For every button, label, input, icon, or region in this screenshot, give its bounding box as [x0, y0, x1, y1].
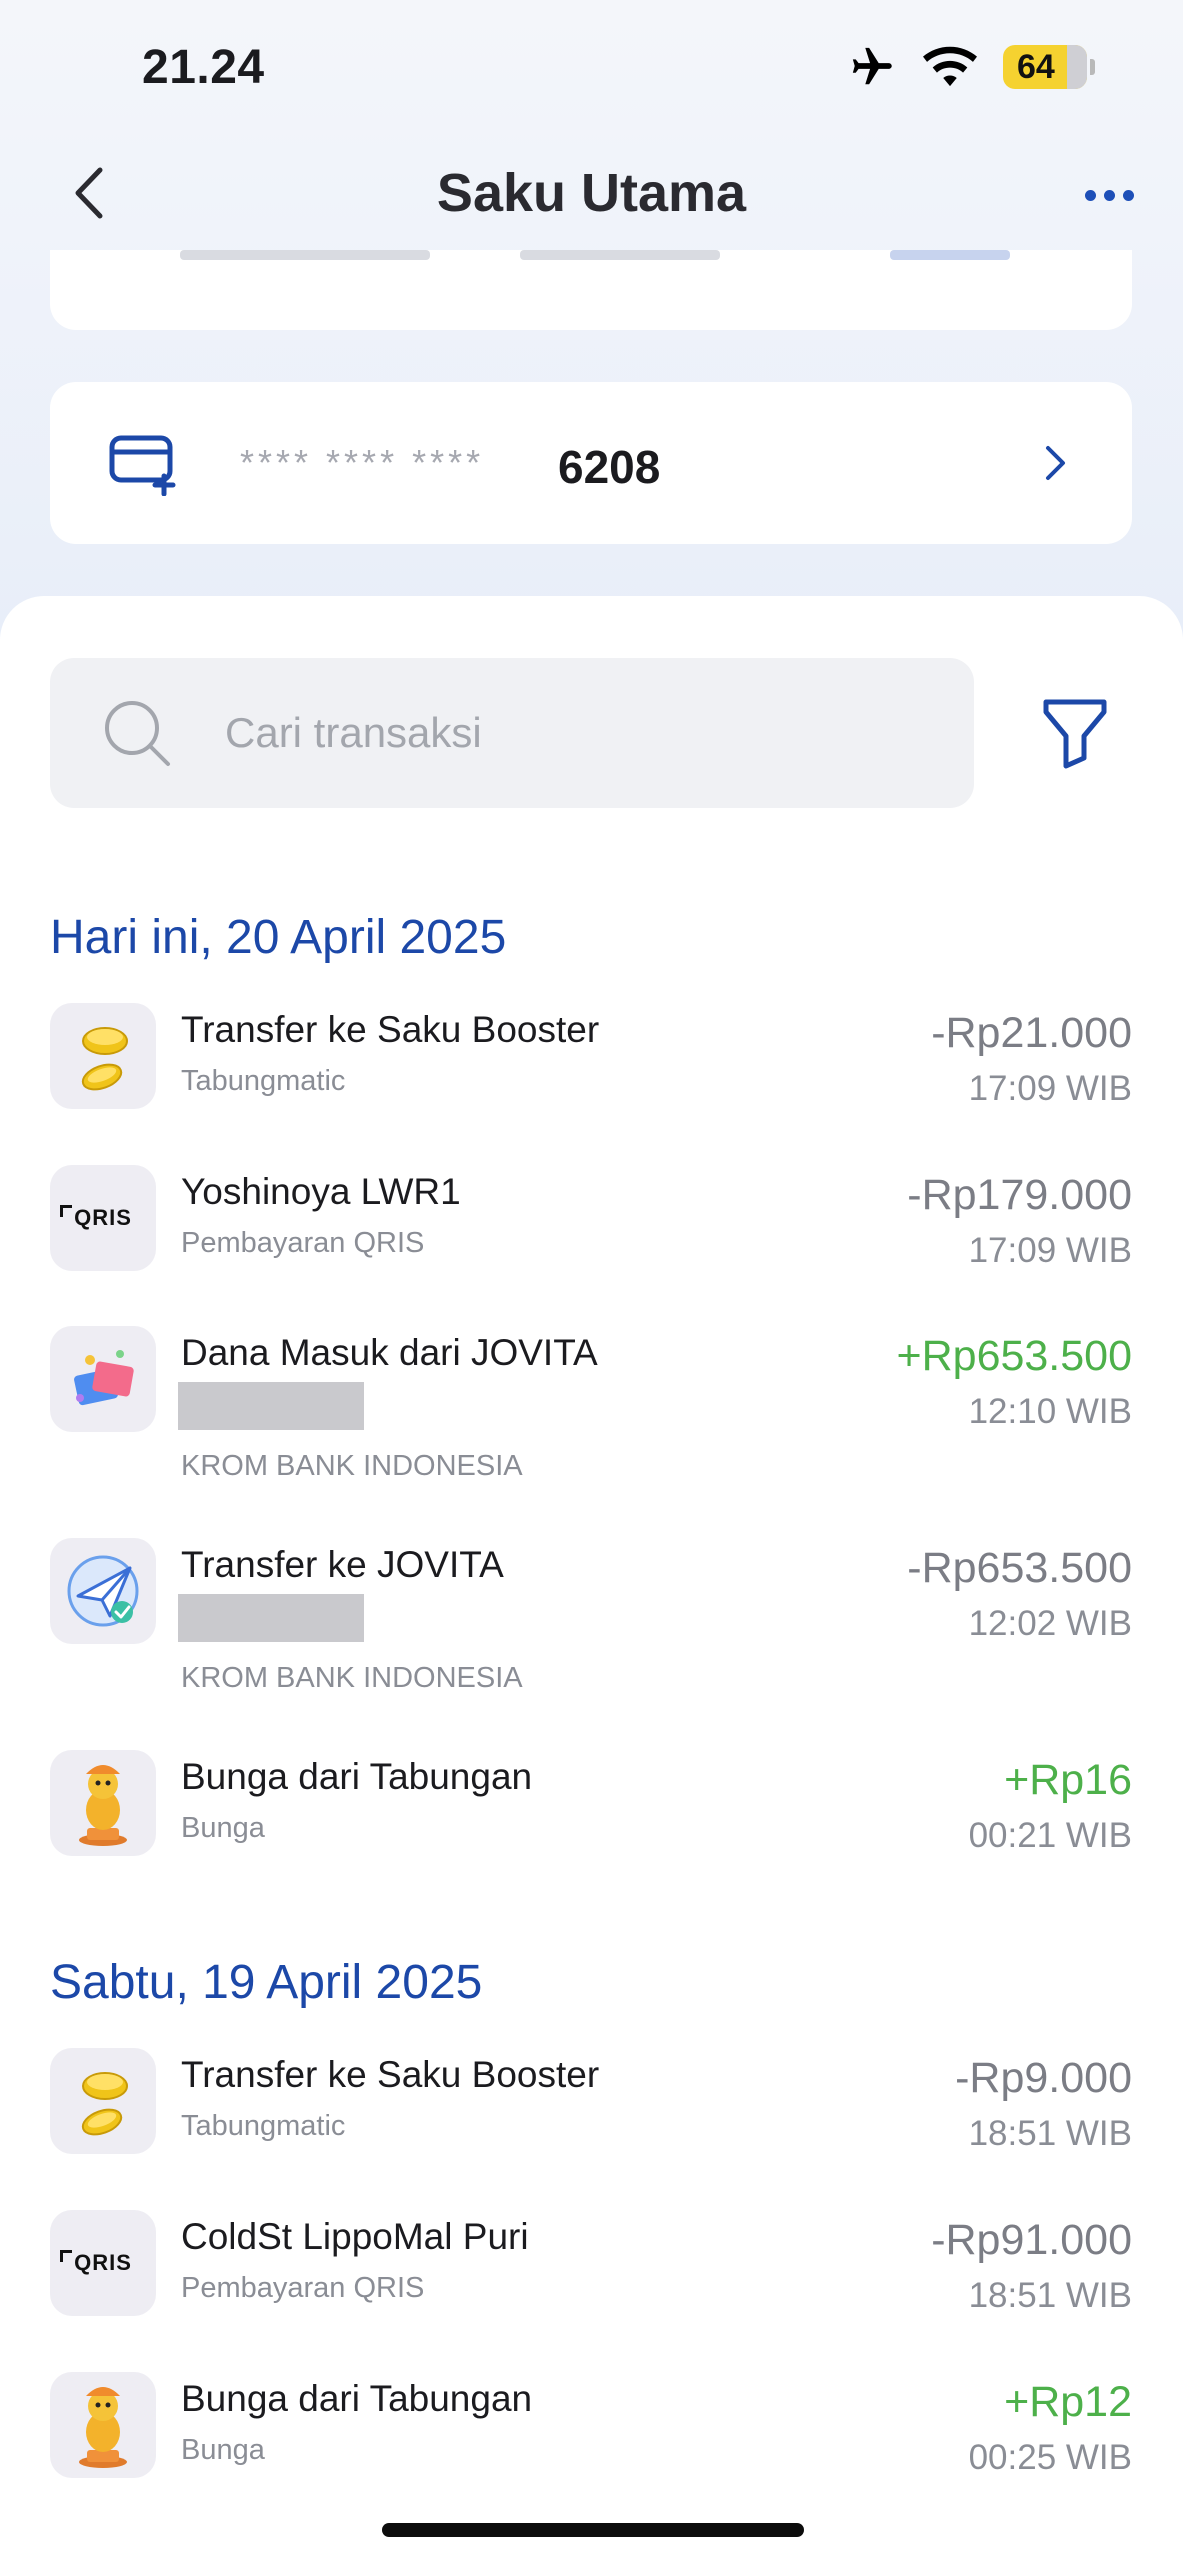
transaction-row[interactable]: Transfer ke JOVITA KROM BANK INDONESIA -…	[50, 1538, 1132, 1708]
transaction-row[interactable]: Bunga dari Tabungan Bunga +Rp16 00:21 WI…	[50, 1750, 1132, 1860]
transaction-amount: -Rp9.000	[955, 2054, 1132, 2102]
transaction-row[interactable]: Bunga dari Tabungan Bunga +Rp12 00:25 WI…	[50, 2372, 1132, 2482]
chevron-right-icon	[1046, 446, 1065, 480]
transaction-time: 17:09 WIB	[968, 1231, 1132, 1270]
redacted-account-number	[178, 1382, 364, 1430]
transaction-time: 12:10 WIB	[968, 1392, 1132, 1431]
add-card-icon	[109, 435, 176, 496]
svg-text:QRIS: QRIS	[74, 2250, 132, 2275]
battery-indicator: 64	[1003, 45, 1095, 89]
date-header: Hari ini, 20 April 2025	[50, 911, 507, 964]
transaction-row[interactable]: QRIS ColdSt LippoMal Puri Pembayaran QRI…	[50, 2210, 1132, 2320]
account-card[interactable]: **** **** **** 6208	[50, 382, 1132, 544]
transaction-title: Yoshinoya LWR1	[181, 1171, 461, 1212]
transaction-time: 12:02 WIB	[968, 1604, 1132, 1643]
transaction-bank: KROM BANK INDONESIA	[181, 1450, 523, 1482]
coins-icon	[50, 2048, 156, 2154]
more-dot-icon	[1122, 189, 1134, 201]
transaction-title: Transfer ke JOVITA	[181, 1544, 504, 1585]
card-last-four: 6208	[558, 441, 661, 493]
transaction-title: ColdSt LippoMal Puri	[181, 2216, 529, 2257]
home-indicator	[382, 2523, 804, 2537]
transaction-amount: +Rp16	[1004, 1756, 1132, 1804]
transaction-time: 00:21 WIB	[968, 1816, 1132, 1855]
status-time: 21.24	[142, 41, 265, 94]
transaction-title: Transfer ke Saku Booster	[181, 1009, 600, 1050]
transaction-time: 17:09 WIB	[968, 1069, 1132, 1108]
search-bar[interactable]	[50, 658, 974, 808]
battery-level: 64	[1017, 47, 1055, 86]
transaction-amount: -Rp179.000	[907, 1171, 1132, 1219]
wifi-icon	[923, 46, 977, 87]
paper-plane-icon	[50, 1538, 156, 1644]
status-bar: 21.24 64	[0, 0, 1183, 130]
search-input[interactable]	[225, 698, 925, 768]
transaction-amount: +Rp653.500	[896, 1332, 1132, 1380]
clipped-text	[520, 250, 720, 260]
transaction-amount: -Rp91.000	[931, 2216, 1132, 2264]
transaction-subtitle: Pembayaran QRIS	[181, 2272, 425, 2304]
more-dot-icon	[1084, 189, 1096, 201]
filter-icon[interactable]	[1040, 694, 1110, 770]
card-number-mask: **** **** ****	[240, 442, 485, 483]
status-icons: 64	[847, 44, 1095, 90]
transaction-bank: KROM BANK INDONESIA	[181, 1662, 523, 1694]
redacted-account-number	[178, 1594, 364, 1642]
airplane-icon	[852, 47, 892, 85]
transaction-subtitle: Bunga	[181, 2434, 265, 2466]
balance-card-partial	[50, 250, 1132, 330]
mascot-icon	[50, 1750, 156, 1856]
transaction-title: Dana Masuk dari JOVITA	[181, 1332, 598, 1373]
date-header: Sabtu, 19 April 2025	[50, 1956, 483, 2009]
transaction-row[interactable]: Transfer ke Saku Booster Tabungmatic -Rp…	[50, 2048, 1132, 2158]
transaction-title: Transfer ke Saku Booster	[181, 2054, 600, 2095]
transaction-subtitle: Pembayaran QRIS	[181, 1227, 425, 1259]
nav-bar: Saku Utama	[0, 140, 1183, 250]
transaction-amount: +Rp12	[1004, 2378, 1132, 2426]
clipped-text	[890, 250, 1010, 260]
clipped-text	[180, 250, 430, 260]
transaction-title: Bunga dari Tabungan	[181, 2378, 533, 2419]
transaction-time: 18:51 WIB	[968, 2114, 1132, 2153]
search-icon	[105, 701, 170, 766]
qris-icon: QRIS	[50, 1165, 156, 1271]
coins-icon	[50, 1003, 156, 1109]
more-options-button[interactable]	[1071, 170, 1147, 220]
transaction-amount: -Rp653.500	[907, 1544, 1132, 1592]
qris-icon: QRIS	[50, 2210, 156, 2316]
transaction-row[interactable]: QRIS Yoshinoya LWR1 Pembayaran QRIS -Rp1…	[50, 1165, 1132, 1275]
transaction-time: 18:51 WIB	[968, 2276, 1132, 2315]
incoming-money-icon	[50, 1326, 156, 1432]
transaction-subtitle: Tabungmatic	[181, 1065, 346, 1097]
transaction-row[interactable]: Transfer ke Saku Booster Tabungmatic -Rp…	[50, 1003, 1132, 1113]
mascot-icon	[50, 2372, 156, 2478]
page-title: Saku Utama	[436, 163, 747, 223]
transaction-time: 00:25 WIB	[968, 2438, 1132, 2477]
more-dot-icon	[1103, 189, 1115, 201]
transaction-title: Bunga dari Tabungan	[181, 1756, 533, 1797]
svg-text:QRIS: QRIS	[74, 1205, 132, 1230]
transaction-amount: -Rp21.000	[931, 1009, 1132, 1057]
transaction-row[interactable]: Dana Masuk dari JOVITA KROM BANK INDONES…	[50, 1326, 1132, 1496]
transaction-subtitle: Tabungmatic	[181, 2110, 346, 2142]
transaction-subtitle: Bunga	[181, 1812, 265, 1844]
